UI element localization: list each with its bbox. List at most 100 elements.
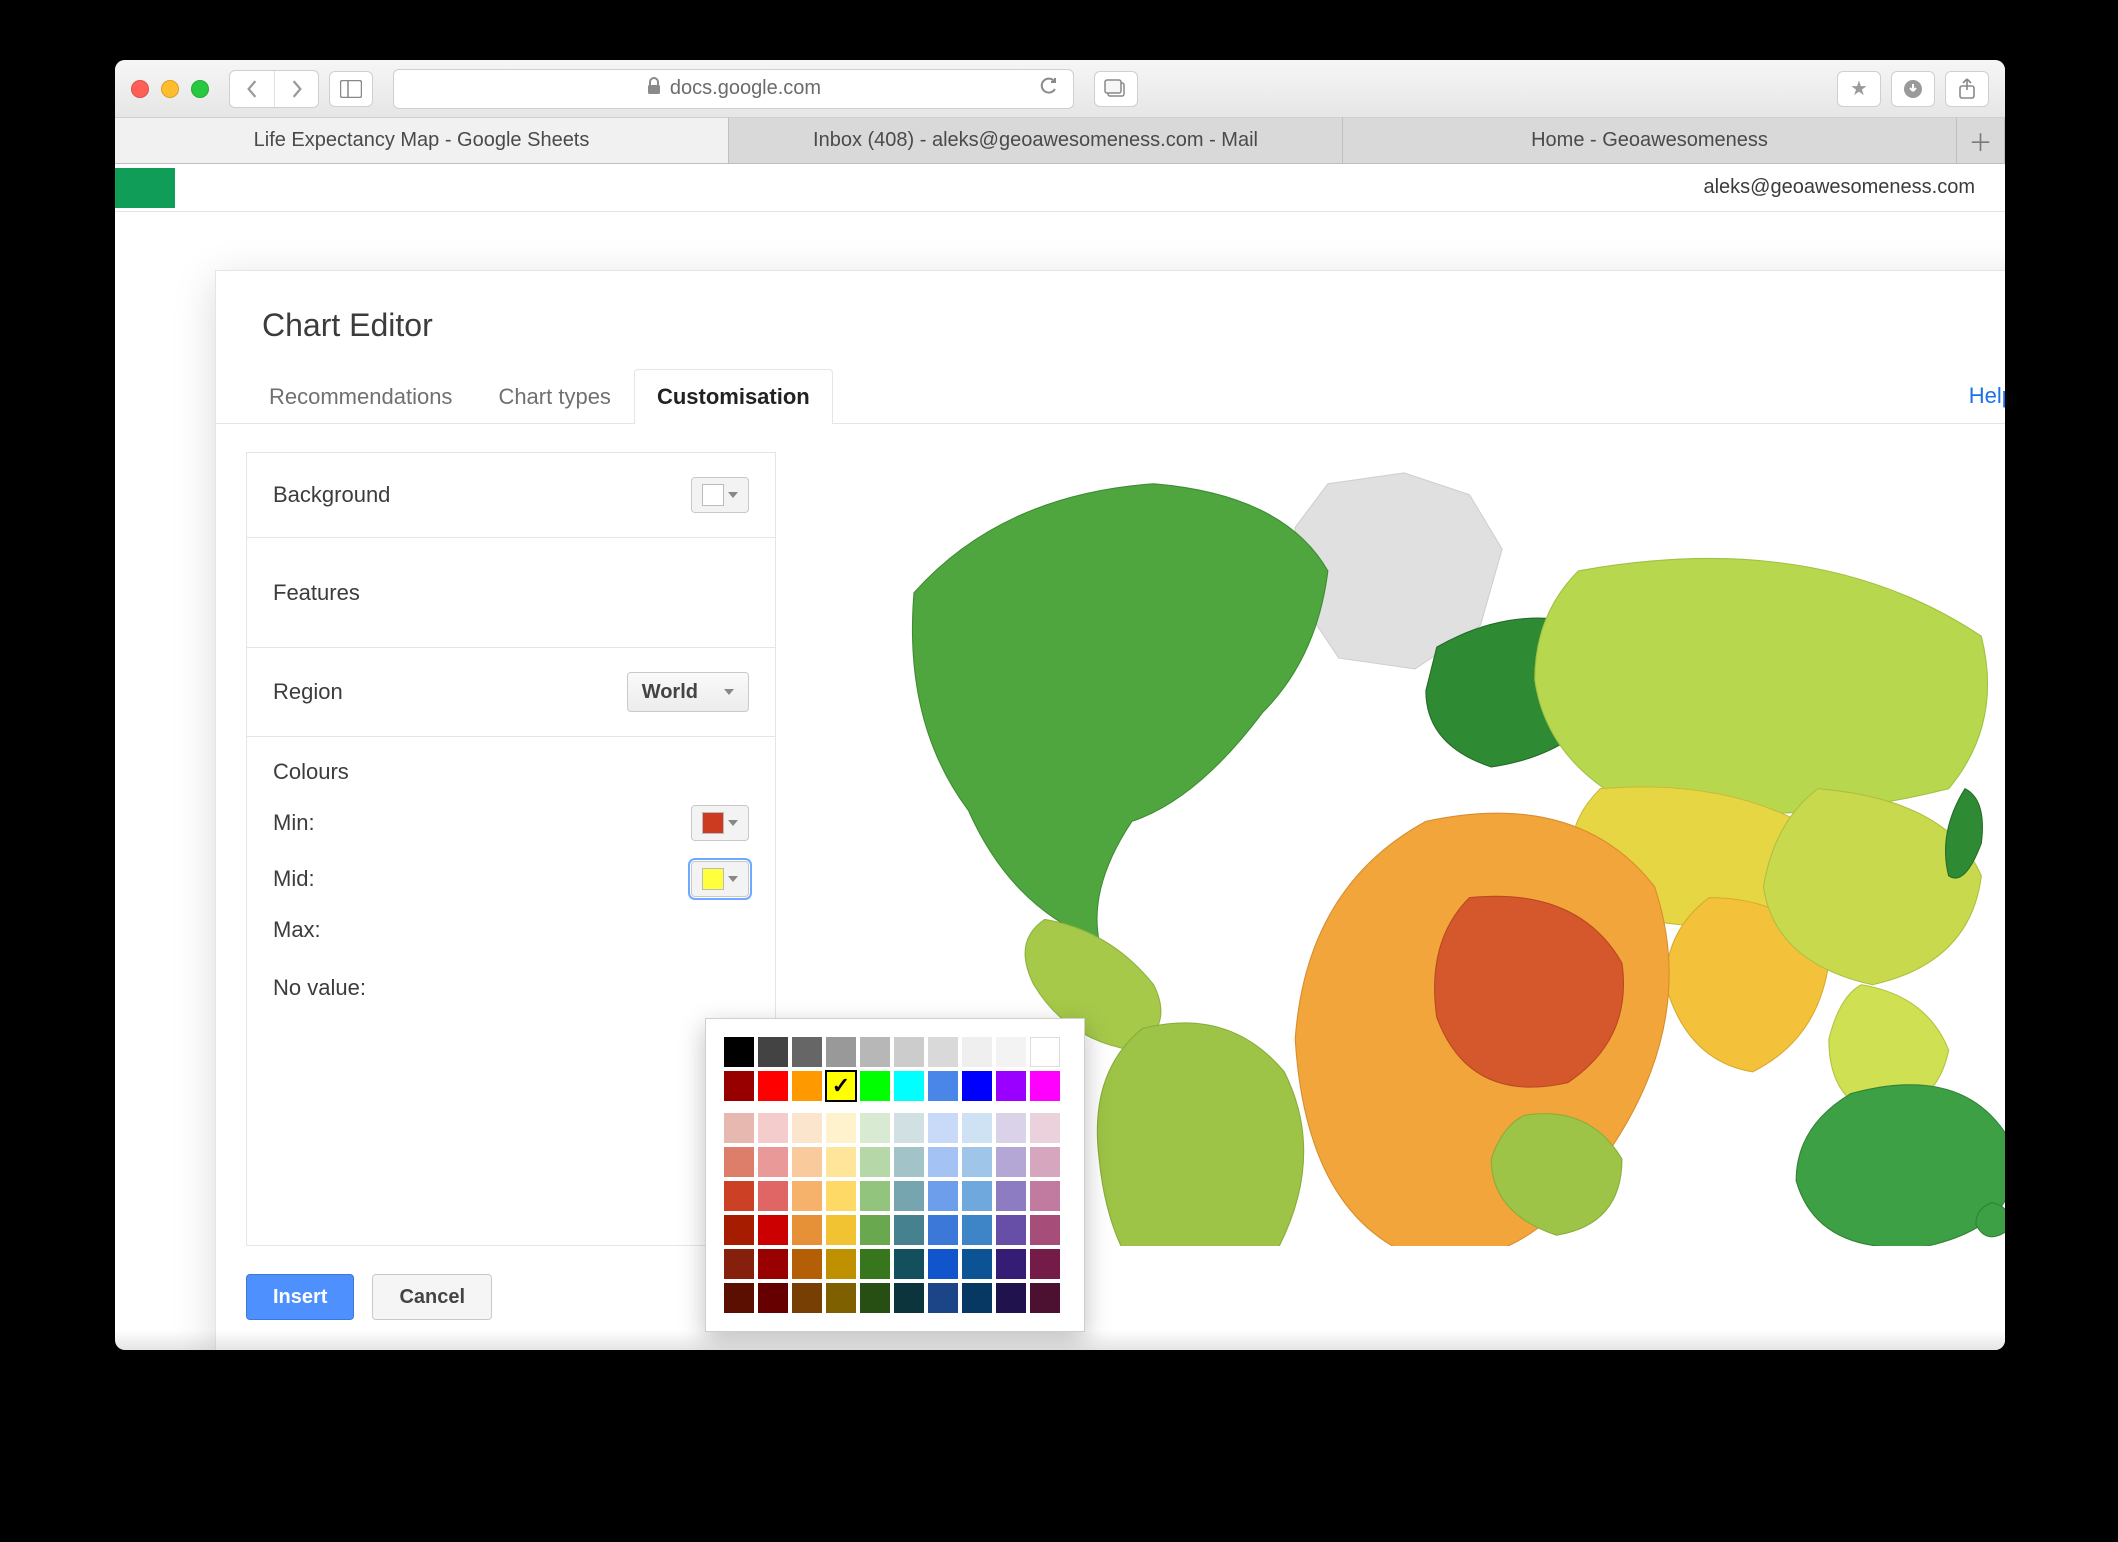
color-swatch[interactable] [826, 1283, 856, 1313]
color-swatch[interactable] [792, 1249, 822, 1279]
color-swatch[interactable] [894, 1215, 924, 1245]
min-color-button[interactable] [691, 805, 749, 841]
color-swatch[interactable] [928, 1037, 958, 1067]
color-swatch[interactable] [860, 1147, 890, 1177]
color-swatch[interactable] [928, 1113, 958, 1143]
color-swatch[interactable] [996, 1283, 1026, 1313]
color-swatch[interactable] [724, 1147, 754, 1177]
color-swatch[interactable] [724, 1215, 754, 1245]
close-window-button[interactable] [131, 80, 149, 98]
color-swatch[interactable] [792, 1071, 822, 1101]
color-swatch[interactable] [860, 1215, 890, 1245]
share-button[interactable] [1945, 71, 1989, 107]
back-button[interactable] [230, 71, 274, 107]
color-swatch[interactable] [1030, 1283, 1060, 1313]
tab-customisation[interactable]: Customisation [634, 369, 833, 424]
color-swatch[interactable] [928, 1071, 958, 1101]
color-swatch[interactable] [894, 1037, 924, 1067]
color-swatch[interactable] [826, 1249, 856, 1279]
color-swatch[interactable] [826, 1215, 856, 1245]
color-swatch[interactable] [792, 1037, 822, 1067]
color-swatch[interactable] [996, 1249, 1026, 1279]
color-swatch[interactable] [792, 1283, 822, 1313]
color-swatch[interactable] [724, 1181, 754, 1211]
tab-2[interactable]: Home - Geoawesomeness [1343, 118, 1957, 163]
color-swatch[interactable] [758, 1215, 788, 1245]
color-swatch[interactable] [1030, 1037, 1060, 1067]
color-swatch[interactable] [860, 1037, 890, 1067]
color-swatch[interactable] [792, 1113, 822, 1143]
color-swatch[interactable] [792, 1147, 822, 1177]
color-swatch[interactable] [1030, 1181, 1060, 1211]
color-swatch[interactable] [860, 1283, 890, 1313]
color-swatch[interactable] [928, 1215, 958, 1245]
tab-chart-types[interactable]: Chart types [475, 369, 634, 424]
color-swatch[interactable] [962, 1283, 992, 1313]
help-link[interactable]: Help [1969, 369, 2005, 423]
color-swatch[interactable] [996, 1215, 1026, 1245]
tab-recommendations[interactable]: Recommendations [246, 369, 475, 424]
color-swatch[interactable] [758, 1147, 788, 1177]
color-swatch[interactable] [894, 1181, 924, 1211]
cancel-button[interactable]: Cancel [372, 1274, 492, 1320]
color-swatch[interactable] [894, 1283, 924, 1313]
color-swatch[interactable] [758, 1181, 788, 1211]
color-swatch[interactable] [894, 1113, 924, 1143]
color-swatch[interactable] [1030, 1215, 1060, 1245]
color-swatch[interactable] [826, 1037, 856, 1067]
url-bar[interactable]: docs.google.com [393, 69, 1074, 109]
color-swatch[interactable] [826, 1113, 856, 1143]
color-swatch[interactable] [758, 1037, 788, 1067]
color-swatch[interactable] [860, 1181, 890, 1211]
color-swatch[interactable] [928, 1147, 958, 1177]
user-email[interactable]: aleks@geoawesomeness.com [1703, 176, 1975, 199]
color-swatch[interactable] [758, 1113, 788, 1143]
color-swatch[interactable] [996, 1113, 1026, 1143]
color-swatch[interactable] [724, 1283, 754, 1313]
region-select[interactable]: World [627, 672, 749, 712]
color-swatch[interactable] [962, 1181, 992, 1211]
color-swatch[interactable] [1030, 1071, 1060, 1101]
color-swatch[interactable] [860, 1113, 890, 1143]
color-swatch[interactable] [894, 1249, 924, 1279]
new-tab-button[interactable]: ＋ [1957, 118, 2005, 163]
tab-1[interactable]: Inbox (408) - aleks@geoawesomeness.com -… [729, 118, 1343, 163]
color-swatch[interactable] [826, 1181, 856, 1211]
color-swatch[interactable] [1030, 1147, 1060, 1177]
color-swatch[interactable] [860, 1071, 890, 1101]
color-swatch[interactable] [928, 1283, 958, 1313]
color-swatch[interactable] [962, 1037, 992, 1067]
color-swatch[interactable] [758, 1249, 788, 1279]
mid-color-button[interactable] [691, 861, 749, 897]
color-swatch[interactable] [962, 1113, 992, 1143]
color-swatch[interactable] [996, 1147, 1026, 1177]
color-swatch[interactable] [1030, 1249, 1060, 1279]
color-swatch[interactable] [724, 1071, 754, 1101]
color-swatch[interactable] [962, 1147, 992, 1177]
insert-button[interactable]: Insert [246, 1274, 354, 1320]
color-swatch[interactable] [758, 1283, 788, 1313]
row-features[interactable]: Features [247, 538, 775, 648]
color-swatch[interactable] [928, 1249, 958, 1279]
color-swatch[interactable] [724, 1037, 754, 1067]
forward-button[interactable] [274, 71, 318, 107]
background-color-button[interactable] [691, 477, 749, 513]
minimize-window-button[interactable] [161, 80, 179, 98]
color-swatch[interactable] [792, 1181, 822, 1211]
tab-0[interactable]: Life Expectancy Map - Google Sheets [115, 118, 729, 163]
downloads-button[interactable] [1891, 71, 1935, 107]
color-swatch[interactable] [758, 1071, 788, 1101]
color-swatch[interactable] [894, 1071, 924, 1101]
color-swatch[interactable] [792, 1215, 822, 1245]
color-swatch[interactable] [996, 1181, 1026, 1211]
color-swatch[interactable] [724, 1249, 754, 1279]
favorites-button[interactable]: ★ [1837, 71, 1881, 107]
color-swatch[interactable] [826, 1147, 856, 1177]
color-swatch[interactable] [996, 1037, 1026, 1067]
color-swatch[interactable] [826, 1071, 856, 1101]
color-swatch[interactable] [928, 1181, 958, 1211]
tab-overview-button[interactable] [1094, 71, 1138, 107]
sidebar-toggle-button[interactable] [329, 71, 373, 107]
color-swatch[interactable] [996, 1071, 1026, 1101]
zoom-window-button[interactable] [191, 80, 209, 98]
